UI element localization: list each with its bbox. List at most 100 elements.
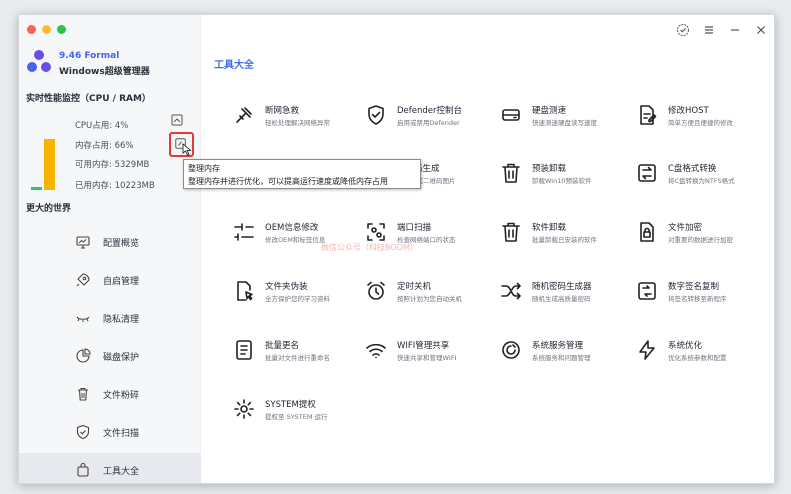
shuffle-icon (501, 282, 521, 300)
tool-card[interactable]: 文件夹伪装全方保护您的学习资料 (232, 275, 367, 311)
sidebar-item-3[interactable]: 隐私清理 (19, 301, 201, 335)
tool-name: 数字签名复制 (668, 282, 720, 292)
tool-name: 断网急救 (265, 106, 300, 116)
cpu-gauge-bar (31, 187, 42, 190)
sidebar-item-label: 磁盘保护 (103, 353, 140, 363)
tool-name: 系统服务管理 (532, 341, 584, 351)
memory-gauge-bar (44, 139, 55, 190)
sidebar-item-1[interactable]: 配置概览 (19, 225, 201, 259)
monitor-title: 实时性能监控（CPU / RAM） (26, 94, 151, 104)
app-name: Windows超级管理器 (59, 67, 150, 77)
tool-card[interactable]: C盘格式转换将C盘转换为NTFS格式 (635, 157, 770, 193)
sidebar-item-7[interactable]: 工具大全 (19, 453, 201, 483)
page-title: 工具大全 (214, 60, 254, 71)
shield-check-icon (76, 424, 90, 440)
tool-description: 简单方便且便捷的修改 (668, 119, 733, 127)
tool-description: 优化系统参数和配置 (668, 354, 727, 362)
bolt-icon (639, 340, 655, 360)
pie-chart-icon (76, 348, 91, 363)
section-title: 更大的世界 (26, 204, 72, 214)
tool-description: 快速共享和管理WIFI (397, 354, 457, 362)
tool-name: 修改HOST (668, 106, 709, 116)
tool-description: 启用或禁用Defender (397, 119, 460, 127)
sliders-icon (234, 223, 254, 241)
tool-name: 系统优化 (668, 341, 703, 351)
tool-name: 端口扫描 (397, 223, 432, 233)
rocket-icon (76, 273, 90, 287)
sidebar-item-6[interactable]: 文件扫描 (19, 415, 201, 449)
tool-card[interactable]: 批量更名 批量对文件进行重命名 (232, 334, 367, 370)
transfer-icon (638, 282, 656, 300)
minimize-icon[interactable] (728, 22, 742, 36)
menu-icon[interactable] (702, 22, 716, 36)
tool-name: C盘格式转换 (668, 164, 717, 174)
tool-card[interactable]: 断网急救轻松处理解决网络异常 (232, 99, 367, 135)
used-memory: 已用内存: 10223MB (75, 181, 155, 191)
tool-card[interactable]: SYSTEM提权提权至 SYSTEM 运行 (232, 393, 367, 429)
tool-card[interactable]: 修改HOST 简单方便且便捷的修改 (635, 99, 770, 135)
tool-description: 提权至 SYSTEM 运行 (265, 413, 328, 421)
tool-name: WIFI管理共享 (397, 341, 450, 351)
tool-card[interactable]: WIFI管理共享 快速共享和管理WIFI (364, 334, 499, 370)
file-edit-icon (640, 105, 657, 125)
app-window: 9.46 Formal Windows超级管理器 实时性能监控（CPU / RA… (18, 14, 775, 484)
tool-description: 修改OEM和标签信息 (265, 236, 326, 244)
tool-description: 轻松处理解决网络异常 (265, 119, 330, 127)
tool-card[interactable]: 系统优化优化系统参数和配置 (635, 334, 770, 370)
convert-icon (638, 164, 656, 182)
tool-description: 对重要的数据进行加密 (668, 236, 733, 244)
tool-card[interactable]: 硬盘测速 快速测速硬盘读写速度 (499, 99, 634, 135)
sidebar-item-label: 自启管理 (103, 277, 140, 287)
sidebar-item-label: 文件扫描 (103, 429, 140, 439)
tool-description: 随机生成高质量密码 (532, 295, 591, 303)
refresh-icon (502, 341, 520, 359)
tool-name: 软件卸载 (532, 223, 567, 233)
sidebar: 9.46 Formal Windows超级管理器 实时性能监控（CPU / RA… (19, 15, 201, 483)
tool-card[interactable]: 预装卸载 卸载Win10预装软件 (499, 157, 634, 193)
sidebar-item-5[interactable]: 文件粉碎 (19, 377, 201, 411)
tooltip-title: 整理内存 (188, 164, 220, 173)
tool-name: 定时关机 (397, 282, 432, 292)
trash-icon (78, 387, 88, 401)
title-bar-actions (676, 22, 768, 36)
tool-card[interactable]: 随机密码生成器 随机生成高质量密码 (499, 275, 634, 311)
close-window-button[interactable] (27, 25, 36, 34)
verified-badge-icon[interactable] (676, 22, 690, 36)
scan-icon (367, 223, 385, 241)
available-memory: 可用内存: 5329MB (75, 160, 150, 170)
sidebar-item-label: 配置概览 (103, 239, 140, 249)
app-version: 9.46 Formal (59, 51, 120, 61)
tool-name: OEM信息修改 (265, 223, 319, 233)
rename-icon (236, 340, 252, 360)
tool-description: 卸载Win10预装软件 (532, 177, 592, 185)
alarm-icon (367, 281, 385, 300)
performance-gauges (31, 112, 55, 190)
tool-card[interactable]: 定时关机 按照计划为您自动关机 (364, 275, 499, 311)
close-icon[interactable] (754, 22, 768, 36)
tool-card[interactable]: 软件卸载批量卸载已安装的软件 (499, 216, 634, 252)
tool-name: 文件夹伪装 (265, 282, 308, 292)
monitor-settings-icon[interactable] (170, 113, 184, 127)
tooltip-body: 整理内存并进行优化，可以提高运行速度或降低内存占用 (188, 177, 388, 186)
tool-description: 全方保护您的学习资料 (265, 295, 330, 303)
tool-card[interactable]: 数字签名复制 将签名转移至新程序 (635, 275, 770, 311)
tool-description: 将C盘转换为NTFS格式 (668, 177, 735, 185)
tool-name: Defender控制台 (397, 106, 463, 116)
tool-description: 批量卸载已安装的软件 (532, 236, 597, 244)
tool-description: 批量对文件进行重命名 (265, 354, 330, 362)
mouse-cursor-icon (182, 143, 192, 156)
tool-card[interactable]: 系统服务管理 系统服务和问题管理 (499, 334, 634, 370)
minimize-window-button[interactable] (42, 25, 51, 34)
cpu-usage: CPU占用: 4% (75, 121, 129, 131)
tool-description: 快速测速硬盘读写速度 (532, 119, 597, 127)
wifi-icon (366, 343, 386, 359)
gear-icon (234, 399, 254, 419)
tool-description: 系统服务和问题管理 (532, 354, 591, 362)
sidebar-item-2[interactable]: 自启管理 (19, 263, 201, 297)
maximize-window-button[interactable] (57, 25, 66, 34)
sidebar-item-4[interactable]: 磁盘保护 (19, 339, 201, 373)
tool-card[interactable]: Defender控制台 启用或禁用Defender (364, 99, 499, 135)
tool-name: SYSTEM提权 (265, 400, 316, 410)
tool-card[interactable]: 文件加密 对重要的数据进行加密 (635, 216, 770, 252)
memory-usage: 内存占用: 66% (75, 141, 134, 151)
